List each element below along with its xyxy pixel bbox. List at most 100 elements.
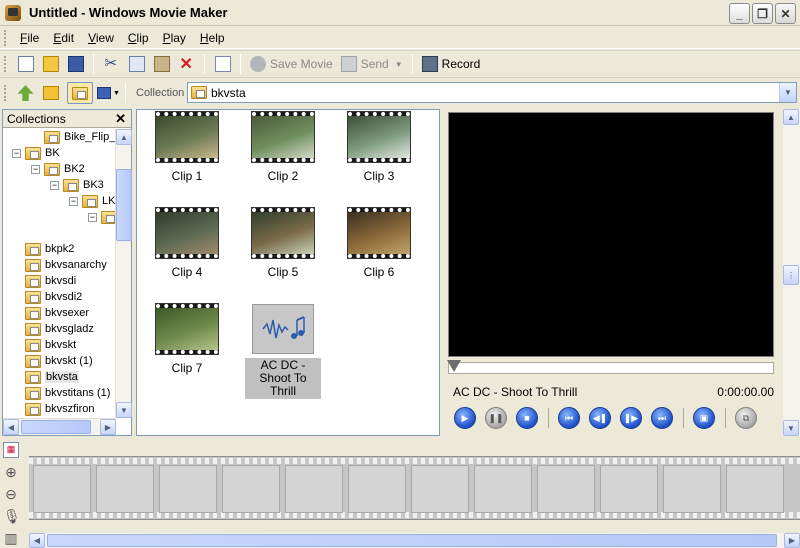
split-clip-button[interactable]: ⧉ [735,407,757,429]
video-clip[interactable]: Clip 2 [243,111,323,183]
seek-bar[interactable] [447,360,774,374]
collections-vertical-scrollbar[interactable]: ▲ ▼ [115,129,132,418]
tree-expander-icon[interactable]: − [69,196,78,206]
collection-item[interactable]: bkvsgladz [25,321,94,337]
video-clip[interactable]: Clip 5 [243,207,323,279]
collection-item[interactable]: bkvsanarchy [25,257,107,273]
views-button[interactable]: ▼ [97,87,120,99]
paste-button[interactable] [150,53,173,75]
save-project-button[interactable] [64,53,87,75]
video-clip[interactable]: Clip 7 [147,303,227,375]
collection-item[interactable]: bkvsexer [25,305,89,321]
collection-item[interactable]: − LK [69,193,115,209]
menu-clip[interactable]: Clip [121,31,156,45]
menu-edit[interactable]: Edit [46,31,81,45]
menu-view[interactable]: View [81,31,121,45]
copy-button[interactable] [125,53,148,75]
horizontal-scroll-thumb[interactable] [21,420,91,434]
fullscreen-button[interactable]: ▣ [693,407,715,429]
zoom-in-button[interactable]: ⊕ [3,464,19,480]
collections-horizontal-scrollbar[interactable]: ◀ ▶ [3,418,116,435]
storyboard[interactable] [29,456,800,520]
scroll-up-button[interactable]: ▲ [116,129,132,145]
set-audio-levels-button[interactable]: ▥ [3,530,19,546]
seek-thumb[interactable] [447,360,461,372]
storyboard-cell[interactable] [96,465,154,513]
send-button[interactable]: Send ▼ [337,53,407,75]
tree-expander-icon[interactable]: − [31,164,40,174]
scroll-left-button[interactable]: ◀ [3,419,19,435]
rewind-button[interactable]: ◀❚ [589,407,611,429]
close-button[interactable]: ✕ [775,3,796,24]
storyboard-cell[interactable] [222,465,280,513]
storyboard-horizontal-scrollbar[interactable]: ◀ ▶ [29,533,800,548]
audio-clip[interactable]: AC DC - Shoot To Thrill [243,304,323,399]
previous-frame-button[interactable]: ⏮ [558,407,580,429]
menu-help[interactable]: Help [193,31,232,45]
narrate-button[interactable]: 🎙 [3,508,21,524]
video-clip[interactable]: Clip 4 [147,207,227,279]
properties-button[interactable] [211,53,234,75]
chevron-down-icon[interactable]: ▼ [779,83,796,102]
menu-play[interactable]: Play [156,31,193,45]
scroll-left-button[interactable]: ◀ [29,533,45,548]
collection-item[interactable]: bkvszfiron [25,401,95,417]
collections-toggle-button[interactable] [67,82,93,104]
close-icon[interactable]: ✕ [115,111,126,127]
collection-item[interactable]: bkvsdi2 [25,289,82,305]
video-clip[interactable]: Clip 3 [339,111,419,183]
scroll-down-button[interactable]: ▼ [116,402,132,418]
tree-expander-icon[interactable]: − [88,212,97,222]
video-clip[interactable]: Clip 6 [339,207,419,279]
scroll-down-button[interactable]: ▼ [783,420,799,436]
minimize-button[interactable]: _ [729,3,750,24]
storyboard-cell[interactable] [474,465,532,513]
collection-item[interactable]: Bike_Flip_2 [44,129,116,145]
collection-item[interactable]: bkvskt [25,337,76,353]
storyboard-cell[interactable] [285,465,343,513]
video-clip[interactable]: Clip 1 [147,111,227,183]
stop-button[interactable]: ■ [516,407,538,429]
storyboard-cell[interactable] [600,465,658,513]
scroll-right-button[interactable]: ▶ [784,533,800,548]
window-right-scrollbar[interactable]: ▲ ⋮ ▼ [783,109,800,436]
collection-item[interactable]: bkvsta [25,369,79,385]
storyboard-cell[interactable] [663,465,721,513]
collection-item[interactable]: bkvskt (1) [25,353,93,369]
storyboard-cell[interactable] [33,465,91,513]
splitter-handle[interactable]: ⋮ [783,265,799,285]
delete-button[interactable] [175,53,198,75]
new-collection-button[interactable] [39,82,62,104]
collection-item[interactable]: bkpk2 [25,241,74,257]
storyboard-view-button[interactable]: ▦ [3,442,19,458]
next-frame-button[interactable]: ⏭ [651,407,673,429]
new-project-button[interactable] [14,53,37,75]
collection-item[interactable]: − BK [12,145,60,161]
record-button[interactable]: Record [418,53,485,75]
storyboard-cell[interactable] [348,465,406,513]
zoom-out-button[interactable]: ⊖ [3,486,19,502]
collection-item[interactable]: − [88,209,116,225]
cut-button[interactable] [100,53,123,75]
storyboard-cell[interactable] [159,465,217,513]
play-button[interactable]: ▶ [454,407,476,429]
storyboard-cell[interactable] [411,465,469,513]
movie-maker-app-icon[interactable] [5,4,21,21]
collection-dropdown[interactable]: bkvsta ▼ [187,82,797,103]
collection-item[interactable]: bkvsdi [25,273,76,289]
collection-item[interactable]: bkvstitans (1) [25,385,110,401]
tree-expander-icon[interactable]: − [12,148,21,158]
pause-button[interactable]: ❚❚ [485,407,507,429]
maximize-button[interactable]: ❐ [752,3,773,24]
storyboard-cell[interactable] [726,465,784,513]
open-project-button[interactable] [39,53,62,75]
forward-button[interactable]: ❚▶ [620,407,642,429]
save-movie-button[interactable]: Save Movie [246,53,337,75]
menu-file[interactable]: File [13,31,46,45]
collection-item[interactable]: − BK2 [31,161,85,177]
storyboard-cell[interactable] [537,465,595,513]
horizontal-scroll-thumb[interactable] [47,534,777,547]
tree-expander-icon[interactable]: − [50,180,59,190]
scroll-right-button[interactable]: ▶ [100,419,116,435]
scroll-up-button[interactable]: ▲ [783,109,799,125]
